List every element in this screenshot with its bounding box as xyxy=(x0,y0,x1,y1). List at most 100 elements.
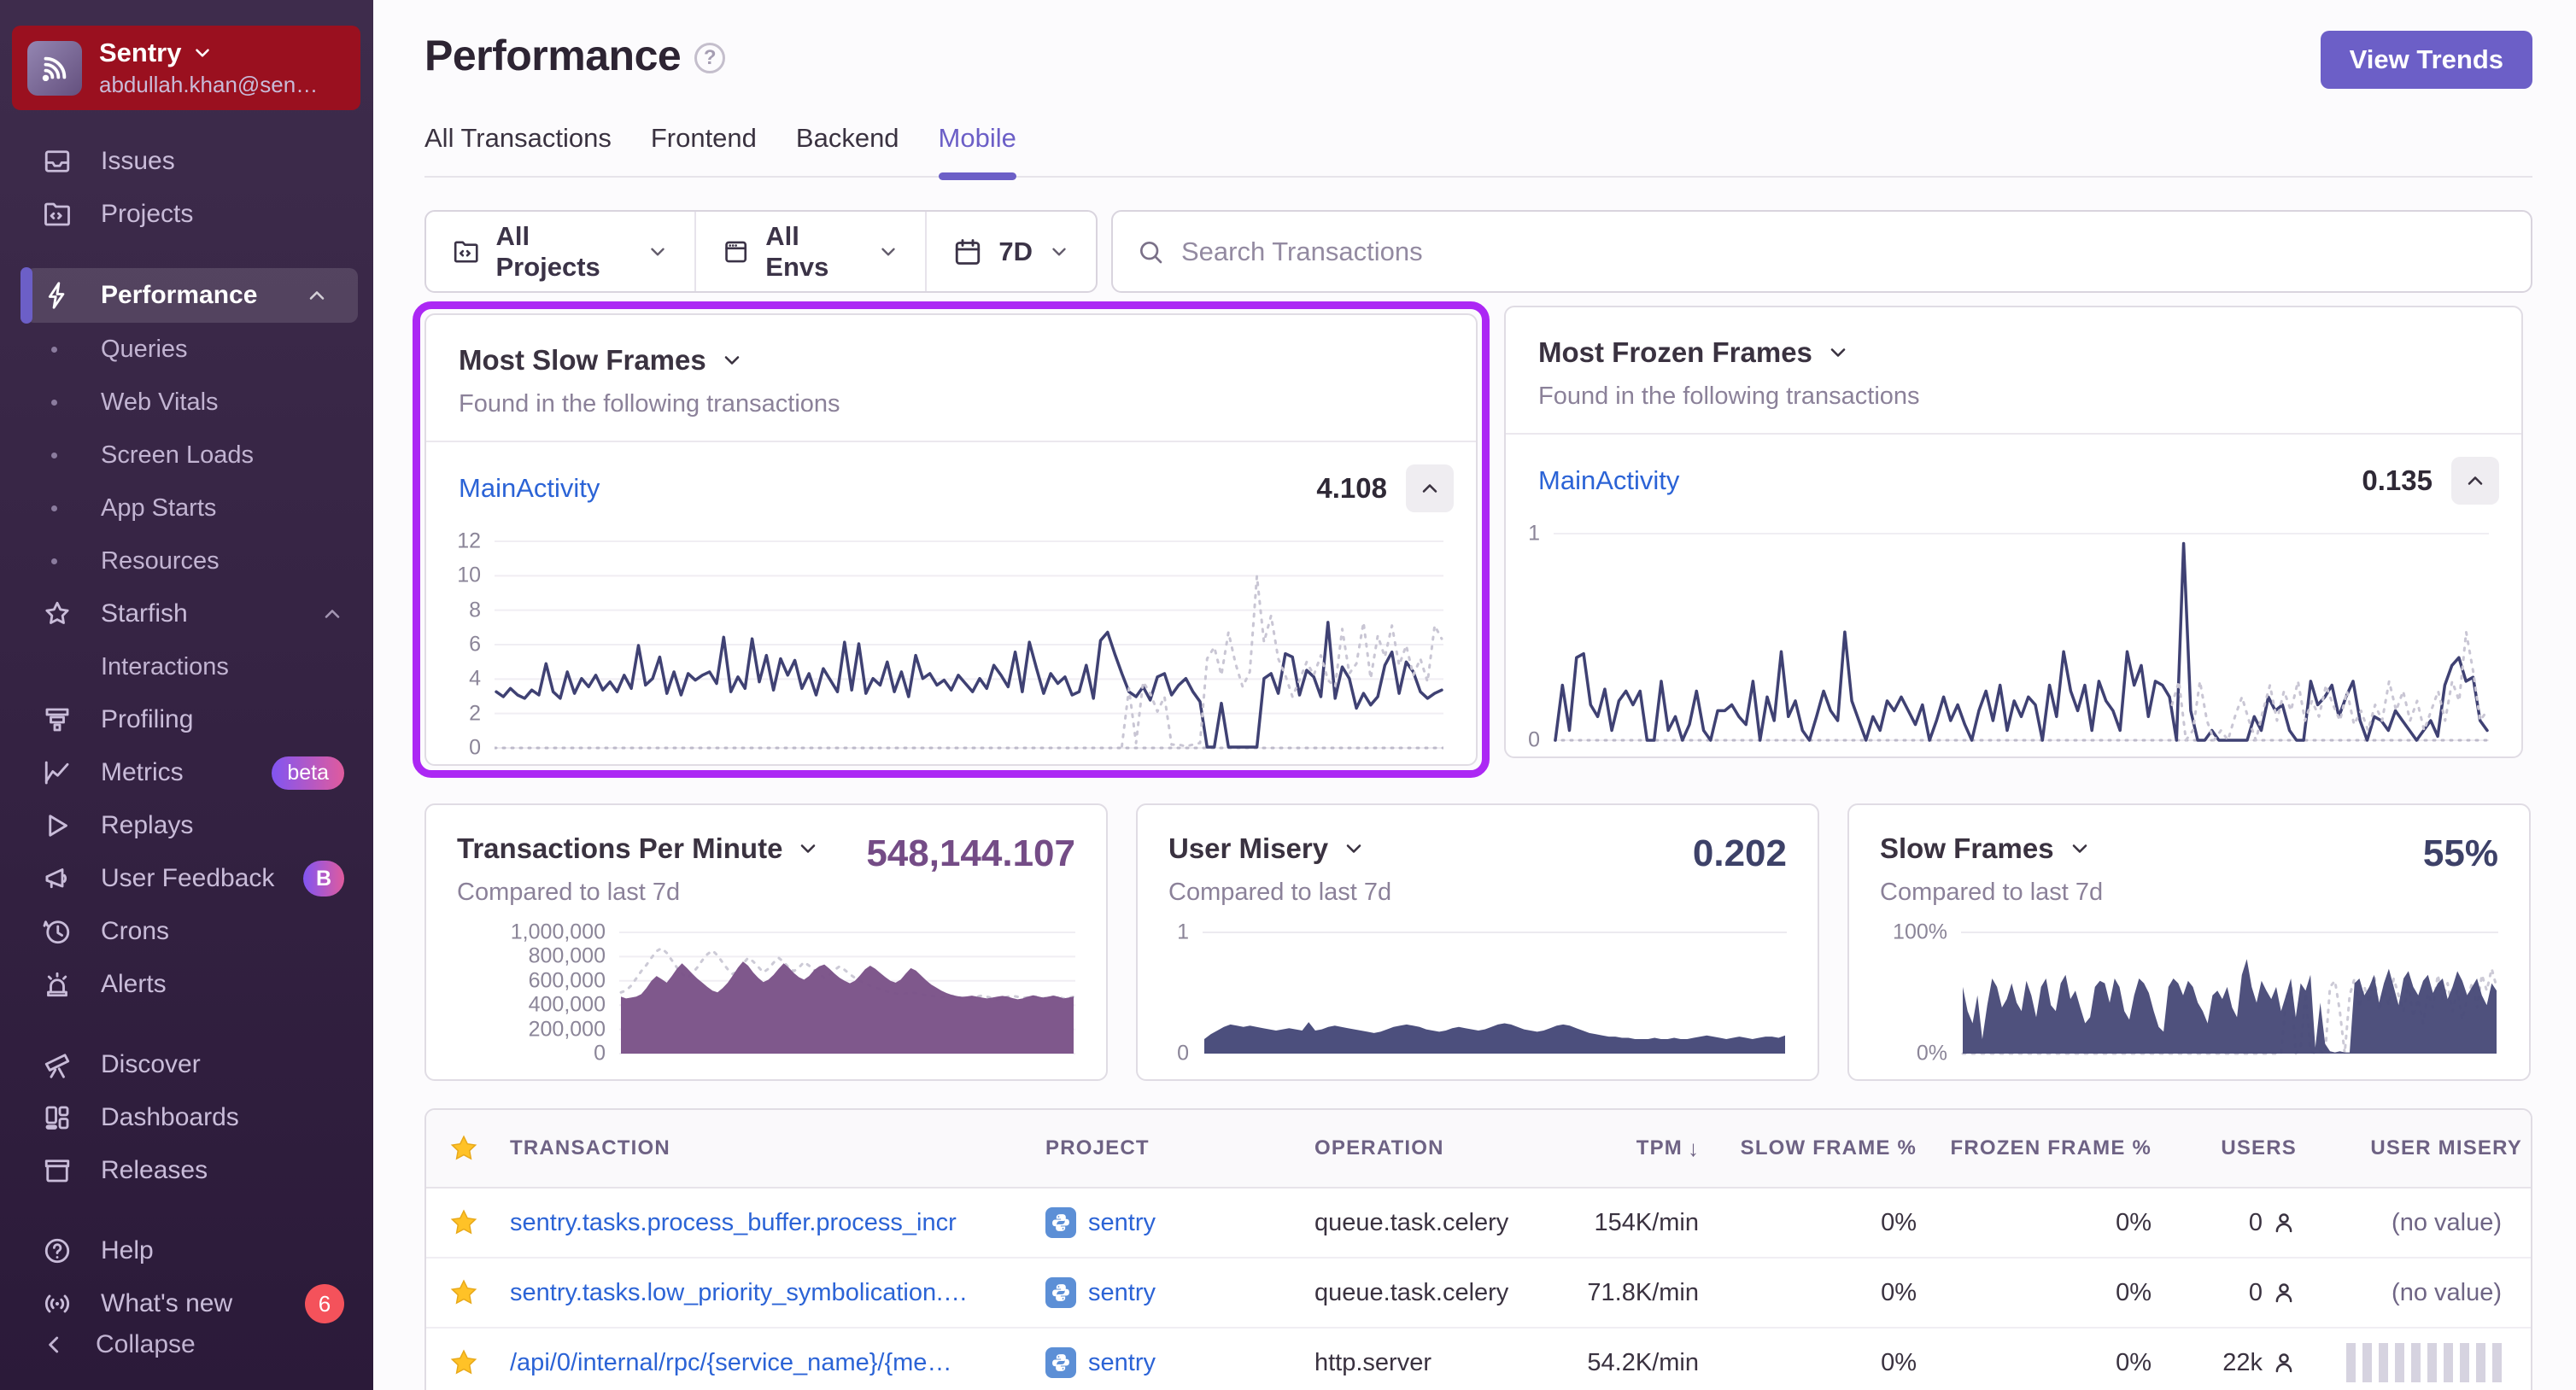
main-content: Performance ? View Trends All Transactio… xyxy=(373,0,2576,1390)
sidebar-item-projects[interactable]: Projects xyxy=(0,188,373,241)
star-icon xyxy=(41,598,73,630)
project-link[interactable]: sentry xyxy=(1045,1347,1156,1378)
y-axis-tick: 0 xyxy=(594,1041,606,1066)
sidebar-item-screen-loads[interactable]: Screen Loads xyxy=(0,429,373,482)
bullet-icon xyxy=(51,558,57,564)
sidebar-item-queries[interactable]: Queries xyxy=(0,323,373,376)
sidebar-item-alerts[interactable]: Alerts xyxy=(0,958,373,1011)
replays-icon xyxy=(41,809,73,842)
table-row: /api/0/internal/rpc/{service_name}/{me… s… xyxy=(426,1329,2531,1390)
highlight-ring: Most Slow Frames Found in the following … xyxy=(413,301,1490,778)
widget-subtitle: Compared to last 7d xyxy=(1880,879,2104,906)
slow-frame-cell: 0% xyxy=(1881,1348,1917,1376)
badge: beta xyxy=(272,756,344,790)
tab-backend[interactable]: Backend xyxy=(796,123,899,176)
help-icon[interactable]: ? xyxy=(694,43,726,73)
sidebar-item-performance[interactable]: Performance xyxy=(20,267,358,324)
discover-icon xyxy=(41,1048,73,1081)
y-axis-tick: 8 xyxy=(469,598,481,622)
transaction-link[interactable]: MainActivity xyxy=(459,473,600,504)
sidebar-item-crons[interactable]: Crons xyxy=(0,905,373,958)
sidebar-item-metrics[interactable]: Metrics beta xyxy=(0,746,373,799)
column-header-star[interactable] xyxy=(426,1133,501,1164)
org-switcher[interactable]: Sentry abdullah.khan@sen… xyxy=(12,26,360,110)
sidebar-item-issues[interactable]: Issues xyxy=(0,135,373,188)
transaction-link[interactable]: sentry.tasks.low_priority_symbolication.… xyxy=(510,1279,968,1307)
environment-filter[interactable]: All Envs xyxy=(694,212,925,291)
sidebar-item-replays[interactable]: Replays xyxy=(0,799,373,852)
sidebar-item-web-vitals[interactable]: Web Vitals xyxy=(0,376,373,429)
sidebar-item-dashboards[interactable]: Dashboards xyxy=(0,1091,373,1144)
search-transactions-input[interactable] xyxy=(1181,236,2507,267)
broadcast-icon xyxy=(41,1288,73,1320)
column-header-users: USERS xyxy=(2221,1136,2297,1159)
column-header-transaction: TRANSACTION xyxy=(510,1136,670,1159)
tab-frontend[interactable]: Frontend xyxy=(651,123,757,176)
collapse-chart-button[interactable] xyxy=(2451,457,2499,505)
widget-value: 548,144.107 xyxy=(866,832,1075,874)
transaction-link[interactable]: /api/0/internal/rpc/{service_name}/{me… xyxy=(510,1349,951,1377)
star-icon[interactable] xyxy=(448,1277,479,1308)
user-icon xyxy=(2271,1210,2297,1235)
slow-frame-cell: 0% xyxy=(1881,1208,1917,1236)
calendar-icon xyxy=(956,238,981,265)
widget-title: Most Frozen Frames xyxy=(1538,336,1812,368)
star-icon[interactable] xyxy=(448,1347,479,1378)
sidebar-item-profiling[interactable]: Profiling xyxy=(0,693,373,746)
star-icon[interactable] xyxy=(448,1133,479,1164)
sidebar-item-help[interactable]: Help xyxy=(0,1224,373,1277)
chevron-down-icon[interactable] xyxy=(2068,837,2092,861)
transaction-link[interactable]: sentry.tasks.process_buffer.process_incr xyxy=(510,1209,957,1237)
sidebar-item-interactions[interactable]: Interactions xyxy=(0,640,373,693)
tab-mobile[interactable]: Mobile xyxy=(938,123,1017,180)
sidebar-collapse-button[interactable]: Collapse xyxy=(0,1318,373,1371)
chevron-down-icon xyxy=(1048,241,1070,263)
page-title: Performance xyxy=(424,32,682,79)
operation-cell: queue.task.celery xyxy=(1314,1278,1509,1306)
project-filter-label: All Projects xyxy=(495,220,600,282)
chevron-down-icon[interactable] xyxy=(1826,341,1850,365)
megaphone-icon xyxy=(41,862,73,895)
date-range-filter[interactable]: 7D xyxy=(925,212,1096,291)
view-trends-button[interactable]: View Trends xyxy=(2320,31,2532,89)
star-icon[interactable] xyxy=(448,1207,479,1238)
project-link[interactable]: sentry xyxy=(1045,1207,1156,1238)
filter-row: All Projects All Envs 7D Search Transact… xyxy=(424,210,2532,293)
chevron-down-icon[interactable] xyxy=(720,348,744,372)
widget-subtitle: Found in the following transactions xyxy=(459,390,840,418)
table-header: TRANSACTION PROJECT OPERATION TPM ↓ SLOW FRAM… xyxy=(426,1110,2531,1189)
collapse-label: Collapse xyxy=(96,1330,196,1358)
user-misery-cell: (no value) xyxy=(2305,1279,2531,1307)
sidebar-item-releases[interactable]: Releases xyxy=(0,1144,373,1197)
sidebar-item-discover[interactable]: Discover xyxy=(0,1038,373,1091)
sidebar-item-starfish[interactable]: Starfish xyxy=(0,587,373,640)
alerts-icon xyxy=(41,968,73,1001)
column-header-project: PROJECT xyxy=(1045,1136,1150,1159)
python-icon xyxy=(1045,1347,1076,1378)
folder-code-icon xyxy=(454,241,478,262)
chevron-down-icon[interactable] xyxy=(796,837,820,861)
org-user-email: abdullah.khan@sen… xyxy=(99,72,319,97)
y-axis-tick: 2 xyxy=(469,701,481,726)
project-filter[interactable]: All Projects xyxy=(426,212,694,291)
y-axis-tick: 6 xyxy=(469,632,481,657)
slow-frame-cell: 0% xyxy=(1881,1278,1917,1306)
collapse-chart-button[interactable] xyxy=(1406,464,1454,512)
tpm-chart: 1,000,000 800,000 600,000 400,000 200,000 0 xyxy=(457,920,1075,1066)
users-cell: 0 xyxy=(2160,1279,2305,1307)
chevron-up-icon xyxy=(320,602,344,626)
y-axis-tick: 1,000,000 xyxy=(510,920,606,944)
chevron-down-icon[interactable] xyxy=(1342,837,1366,861)
column-header-tpm[interactable]: TPM ↓ xyxy=(1554,1136,1707,1162)
table-row: sentry.tasks.process_buffer.process_incr… xyxy=(426,1189,2531,1259)
tab-all-transactions[interactable]: All Transactions xyxy=(424,123,612,176)
sidebar-item-resources[interactable]: Resources xyxy=(0,534,373,587)
widget-subtitle: Found in the following transactions xyxy=(1538,383,1920,410)
transaction-link[interactable]: MainActivity xyxy=(1538,465,1679,496)
sidebar-item-user-feedback[interactable]: User Feedback B xyxy=(0,852,373,905)
most-frozen-frames-widget: Most Frozen Frames Found in the followin… xyxy=(1504,306,2523,758)
sidebar-item-app-starts[interactable]: App Starts xyxy=(0,482,373,534)
project-link[interactable]: sentry xyxy=(1045,1277,1156,1308)
issues-icon xyxy=(41,145,73,178)
operation-cell: queue.task.celery xyxy=(1314,1208,1509,1236)
